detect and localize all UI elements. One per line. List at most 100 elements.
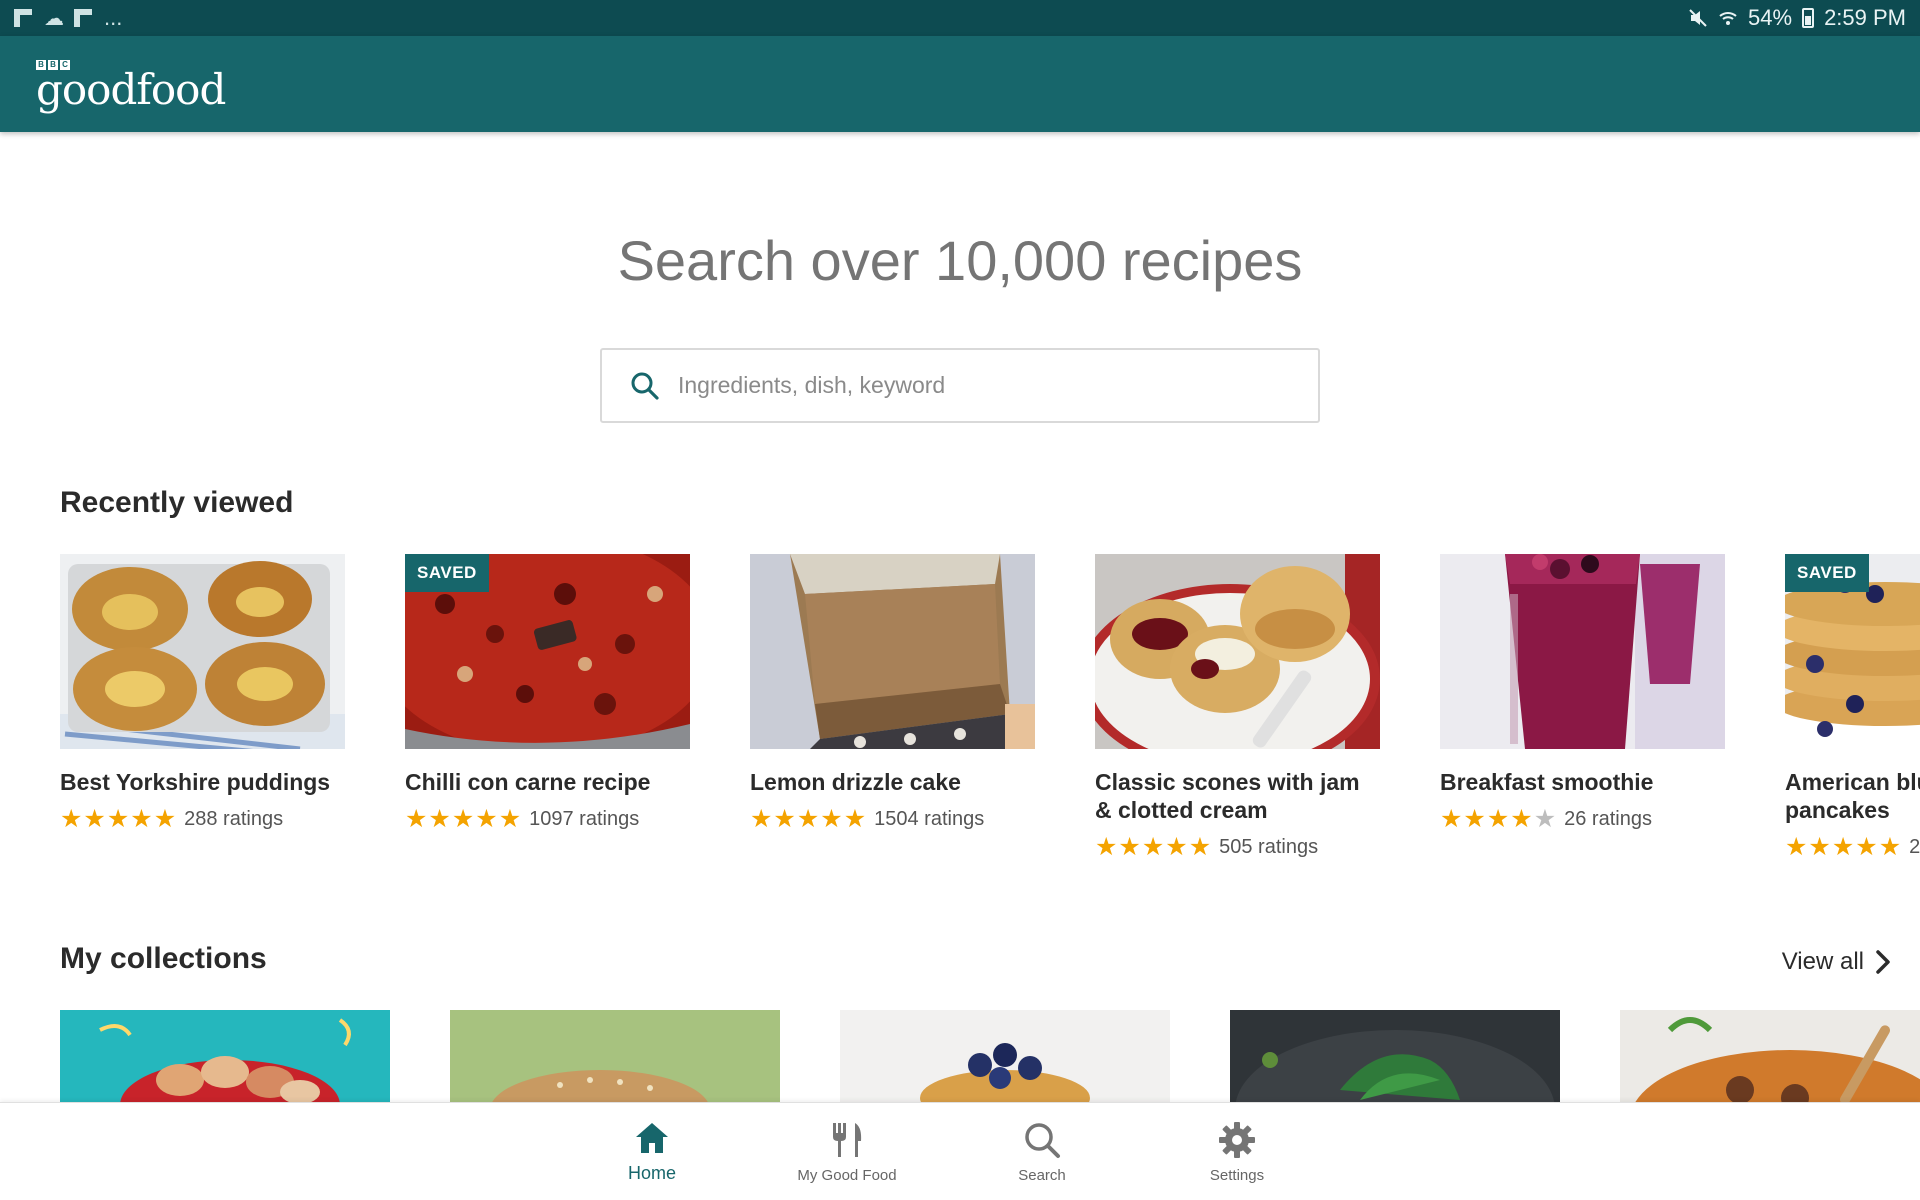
overflow-indicator: ...: [104, 5, 123, 30]
star-rating: ★ ★ ★ ★ ★: [1785, 834, 1901, 860]
page-title: Search over 10,000 recipes: [617, 229, 1303, 292]
star-icon: ★: [1878, 833, 1902, 861]
collection-card-bread[interactable]: [450, 1010, 780, 1102]
search-icon: [631, 372, 659, 400]
star-icon: ★: [843, 805, 867, 833]
clock: 2:59 PM: [1824, 5, 1906, 30]
ratings-count: 505 ratings: [1219, 835, 1319, 858]
bbc-good-food-logo[interactable]: B B C goodfood: [36, 60, 226, 114]
star-icon: ★: [1855, 833, 1878, 861]
recipe-rating: ★ ★ ★ ★ ★ 26 ratings: [1440, 806, 1725, 832]
search-input[interactable]: [678, 372, 1278, 399]
view-all-link[interactable]: View all: [1782, 948, 1890, 976]
star-icon: ★: [796, 805, 820, 833]
star-icon: ★: [1188, 833, 1212, 861]
collections-carousel[interactable]: [60, 1010, 1920, 1102]
status-bar-system: 54% 2:59 PM: [1688, 5, 1906, 31]
nav-settings[interactable]: Settings: [1157, 1103, 1317, 1200]
status-bar-notifications: ☁ ...: [14, 5, 122, 31]
recently-viewed-heading: Recently viewed: [60, 486, 294, 519]
recipe-rating: ★ ★ ★ ★ ★ 2: [1785, 834, 1920, 860]
app-bar: B B C goodfood: [0, 36, 1920, 132]
star-icon: ★: [1785, 833, 1808, 861]
ratings-count: 1097 ratings: [529, 807, 640, 830]
nav-home[interactable]: Home: [572, 1103, 732, 1200]
recipe-card[interactable]: Classic scones with jam & clotted cream …: [1095, 554, 1380, 860]
nav-label: My Good Food: [797, 1167, 897, 1184]
collection-card-stew[interactable]: [1620, 1010, 1920, 1102]
recipe-image-chilli-con-carne[interactable]: SAVED: [405, 554, 690, 749]
recipe-rating: ★ ★ ★ ★ ★ 288 ratings: [60, 806, 345, 832]
recipe-image-smoothie[interactable]: [1440, 554, 1725, 749]
recipe-card[interactable]: Breakfast smoothie ★ ★ ★ ★ ★ 26 ratings: [1440, 554, 1725, 832]
saved-badge: SAVED: [1785, 554, 1869, 592]
recipe-title[interactable]: Chilli con carne recipe: [405, 768, 690, 796]
star-icon: ★: [1510, 805, 1533, 833]
star-icon: ★: [1486, 805, 1510, 833]
mute-icon: [1689, 9, 1707, 27]
recently-viewed-carousel[interactable]: Best Yorkshire puddings ★ ★ ★ ★ ★ 288 rating…: [60, 554, 1920, 894]
star-icon: ★: [750, 805, 773, 833]
star-icon: ★: [1118, 833, 1141, 861]
my-collections-heading: My collections: [60, 942, 267, 975]
recipe-card[interactable]: SAVED American blueberry pancakes ★★★★★ …: [1785, 554, 1920, 860]
gear-icon: [1219, 1122, 1255, 1158]
recipe-rating: ★ ★ ★ ★ ★ 505 ratings: [1095, 834, 1380, 860]
battery-percent: 54%: [1748, 5, 1793, 30]
battery-icon: [1802, 8, 1815, 28]
recipe-title[interactable]: Classic scones with jam & clotted cream: [1095, 768, 1380, 824]
home-icon: [636, 1123, 668, 1153]
recipe-rating: ★ ★ ★ ★ ★ 1097 ratings: [405, 806, 690, 832]
collection-card-greens[interactable]: [1230, 1010, 1560, 1102]
flipboard-icon: [74, 9, 94, 27]
star-icon: ★: [130, 805, 153, 833]
star-icon: ★: [1141, 833, 1165, 861]
recipe-title[interactable]: American blueberry pancakes: [1785, 768, 1920, 824]
ratings-count: 26 ratings: [1564, 807, 1652, 830]
star-icon: ★: [428, 805, 451, 833]
nav-label: Settings: [1209, 1167, 1265, 1184]
star-icon: ★: [106, 805, 130, 833]
recipe-title[interactable]: Best Yorkshire puddings: [60, 768, 345, 796]
star-icon: ★: [820, 805, 843, 833]
ratings-count: 2: [1909, 835, 1920, 858]
recipe-title[interactable]: Breakfast smoothie: [1440, 768, 1725, 796]
recipe-image-pancakes[interactable]: SAVED: [1785, 554, 1920, 749]
star-rating: ★ ★ ★ ★ ★: [1440, 806, 1556, 832]
ratings-count: 1504 ratings: [874, 807, 985, 830]
star-icon: ★: [1440, 805, 1463, 833]
weather-icon: ☁: [44, 7, 64, 30]
saved-badge: SAVED: [405, 554, 489, 592]
search-icon: [1025, 1123, 1060, 1158]
recipe-title[interactable]: Lemon drizzle cake: [750, 768, 1035, 796]
nav-search[interactable]: Search: [962, 1103, 1122, 1200]
status-bar: ☁ ... 54% 2:59 PM: [0, 0, 1920, 36]
star-icon: ★: [1533, 805, 1557, 833]
collection-card-pancakes[interactable]: [840, 1010, 1170, 1102]
star-icon: ★: [1095, 833, 1118, 861]
nav-my-good-food[interactable]: My Good Food: [767, 1103, 927, 1200]
star-icon: ★: [405, 805, 428, 833]
nav-label: Search: [1018, 1167, 1066, 1184]
star-icon: ★: [1463, 805, 1486, 833]
star-icon: ★: [1808, 833, 1831, 861]
star-icon: ★: [475, 805, 498, 833]
cutlery-icon: [833, 1123, 862, 1157]
star-rating: ★ ★ ★ ★ ★: [1095, 834, 1211, 860]
collection-card-macarons[interactable]: [60, 1010, 390, 1102]
recipe-card[interactable]: Best Yorkshire puddings ★ ★ ★ ★ ★ 288 rating…: [60, 554, 345, 832]
chevron-right-icon: [1876, 950, 1890, 974]
recipe-card[interactable]: SAVED Chilli con carne recipe ★ ★ ★ ★ ★ 1097…: [405, 554, 690, 832]
recipe-card[interactable]: Lemon drizzle cake ★ ★ ★ ★ ★ 1504 ratings: [750, 554, 1035, 832]
star-rating: ★ ★ ★ ★ ★: [60, 806, 176, 832]
logo-text: goodfood: [36, 65, 226, 114]
star-icon: ★: [83, 805, 106, 833]
recipe-image-scones[interactable]: [1095, 554, 1380, 749]
star-icon: ★: [153, 805, 177, 833]
recipe-image-lemon-drizzle-cake[interactable]: [750, 554, 1035, 749]
recipe-image-yorkshire-puddings[interactable]: [60, 554, 345, 749]
star-icon: ★: [773, 805, 796, 833]
search-box[interactable]: [600, 348, 1320, 423]
wifi-icon: [1719, 12, 1737, 25]
flipboard-icon: [14, 9, 34, 27]
